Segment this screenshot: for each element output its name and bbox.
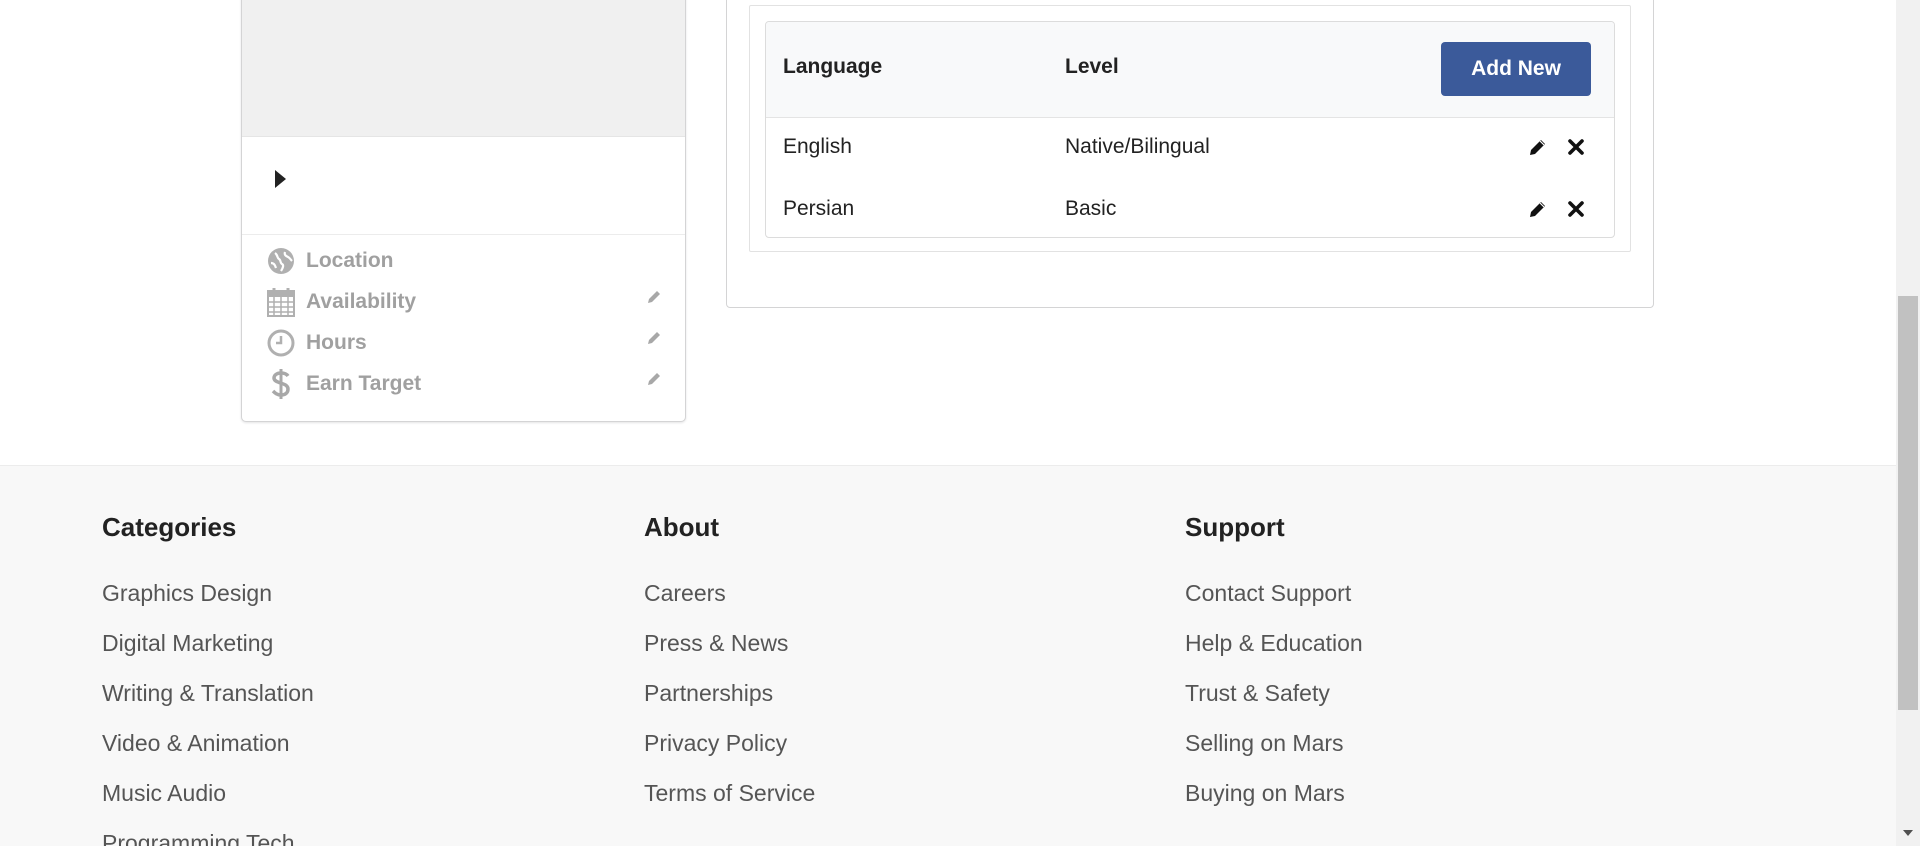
footer-link[interactable]: Terms of Service (644, 768, 815, 818)
profile-card: Location Availability Hours Earn Target (241, 0, 686, 422)
video-controls (242, 136, 685, 235)
footer-link[interactable]: Video & Animation (102, 718, 314, 768)
profile-item-availability: Availability (266, 285, 666, 319)
footer-link[interactable]: Buying on Mars (1185, 768, 1363, 818)
profile-item-label: Location (306, 249, 394, 272)
page-scrollbar[interactable] (1896, 0, 1920, 846)
language-cell: English (783, 135, 852, 158)
edit-pencil-icon[interactable] (646, 289, 666, 309)
profile-item-earn-target: Earn Target (266, 367, 666, 401)
intro-video-area (242, 0, 685, 137)
footer-link[interactable]: Privacy Policy (644, 718, 815, 768)
languages-panel: Language Level Add New English Native/Bi… (749, 5, 1631, 252)
footer-column-about: About Careers Press & News Partnerships … (644, 508, 815, 818)
table-header: Language Level Add New (766, 22, 1614, 118)
footer-link[interactable]: Help & Education (1185, 618, 1363, 668)
footer-link[interactable]: Music Audio (102, 768, 314, 818)
column-header-level: Level (1065, 55, 1119, 78)
footer-link[interactable]: Graphics Design (102, 568, 314, 618)
language-cell: Persian (783, 197, 855, 220)
edit-pencil-icon[interactable] (1528, 137, 1548, 157)
profile-item-location: Location (266, 244, 666, 278)
edit-pencil-icon[interactable] (646, 330, 666, 350)
footer-link[interactable]: Digital Marketing (102, 618, 314, 668)
profile-item-label: Availability (306, 290, 417, 313)
edit-pencil-icon[interactable] (1528, 199, 1548, 219)
footer-link[interactable]: Partnerships (644, 668, 815, 718)
footer-link[interactable]: Programming Tech (102, 818, 314, 846)
footer-link[interactable]: Trust & Safety (1185, 668, 1363, 718)
footer-link[interactable]: Selling on Mars (1185, 718, 1363, 768)
clock-icon (266, 328, 296, 358)
level-cell: Basic (1065, 197, 1117, 220)
footer-heading: Categories (102, 512, 237, 542)
calendar-icon (266, 287, 296, 317)
footer-heading: About (644, 512, 720, 542)
table-row: English Native/Bilingual (766, 117, 1614, 177)
profile-item-hours: Hours (266, 326, 666, 360)
scrollbar-thumb[interactable] (1898, 296, 1918, 710)
footer-column-support: Support Contact Support Help & Education… (1185, 508, 1363, 818)
scroll-down-arrow-icon[interactable] (1903, 830, 1913, 836)
profile-item-label: Earn Target (306, 372, 422, 395)
languages-table: Language Level Add New English Native/Bi… (765, 21, 1615, 238)
site-footer: Categories Graphics Design Digital Marke… (0, 465, 1896, 846)
footer-link[interactable]: Contact Support (1185, 568, 1363, 618)
delete-x-icon[interactable] (1566, 199, 1586, 219)
edit-pencil-icon[interactable] (646, 371, 666, 391)
profile-item-label: Hours (306, 331, 367, 354)
footer-column-categories: Categories Graphics Design Digital Marke… (102, 508, 314, 846)
delete-x-icon[interactable] (1566, 137, 1586, 157)
add-new-button[interactable]: Add New (1441, 42, 1591, 96)
languages-card: Language Level Add New English Native/Bi… (726, 0, 1654, 308)
level-cell: Native/Bilingual (1065, 135, 1210, 158)
footer-link[interactable]: Press & News (644, 618, 815, 668)
footer-link[interactable]: Careers (644, 568, 815, 618)
play-icon[interactable] (275, 170, 286, 188)
dollar-icon (266, 369, 296, 399)
table-row: Persian Basic (766, 179, 1614, 237)
column-header-language: Language (783, 55, 883, 78)
footer-heading: Support (1185, 512, 1285, 542)
globe-icon (266, 246, 296, 276)
footer-link[interactable]: Writing & Translation (102, 668, 314, 718)
page: Location Availability Hours Earn Target … (0, 0, 1896, 846)
